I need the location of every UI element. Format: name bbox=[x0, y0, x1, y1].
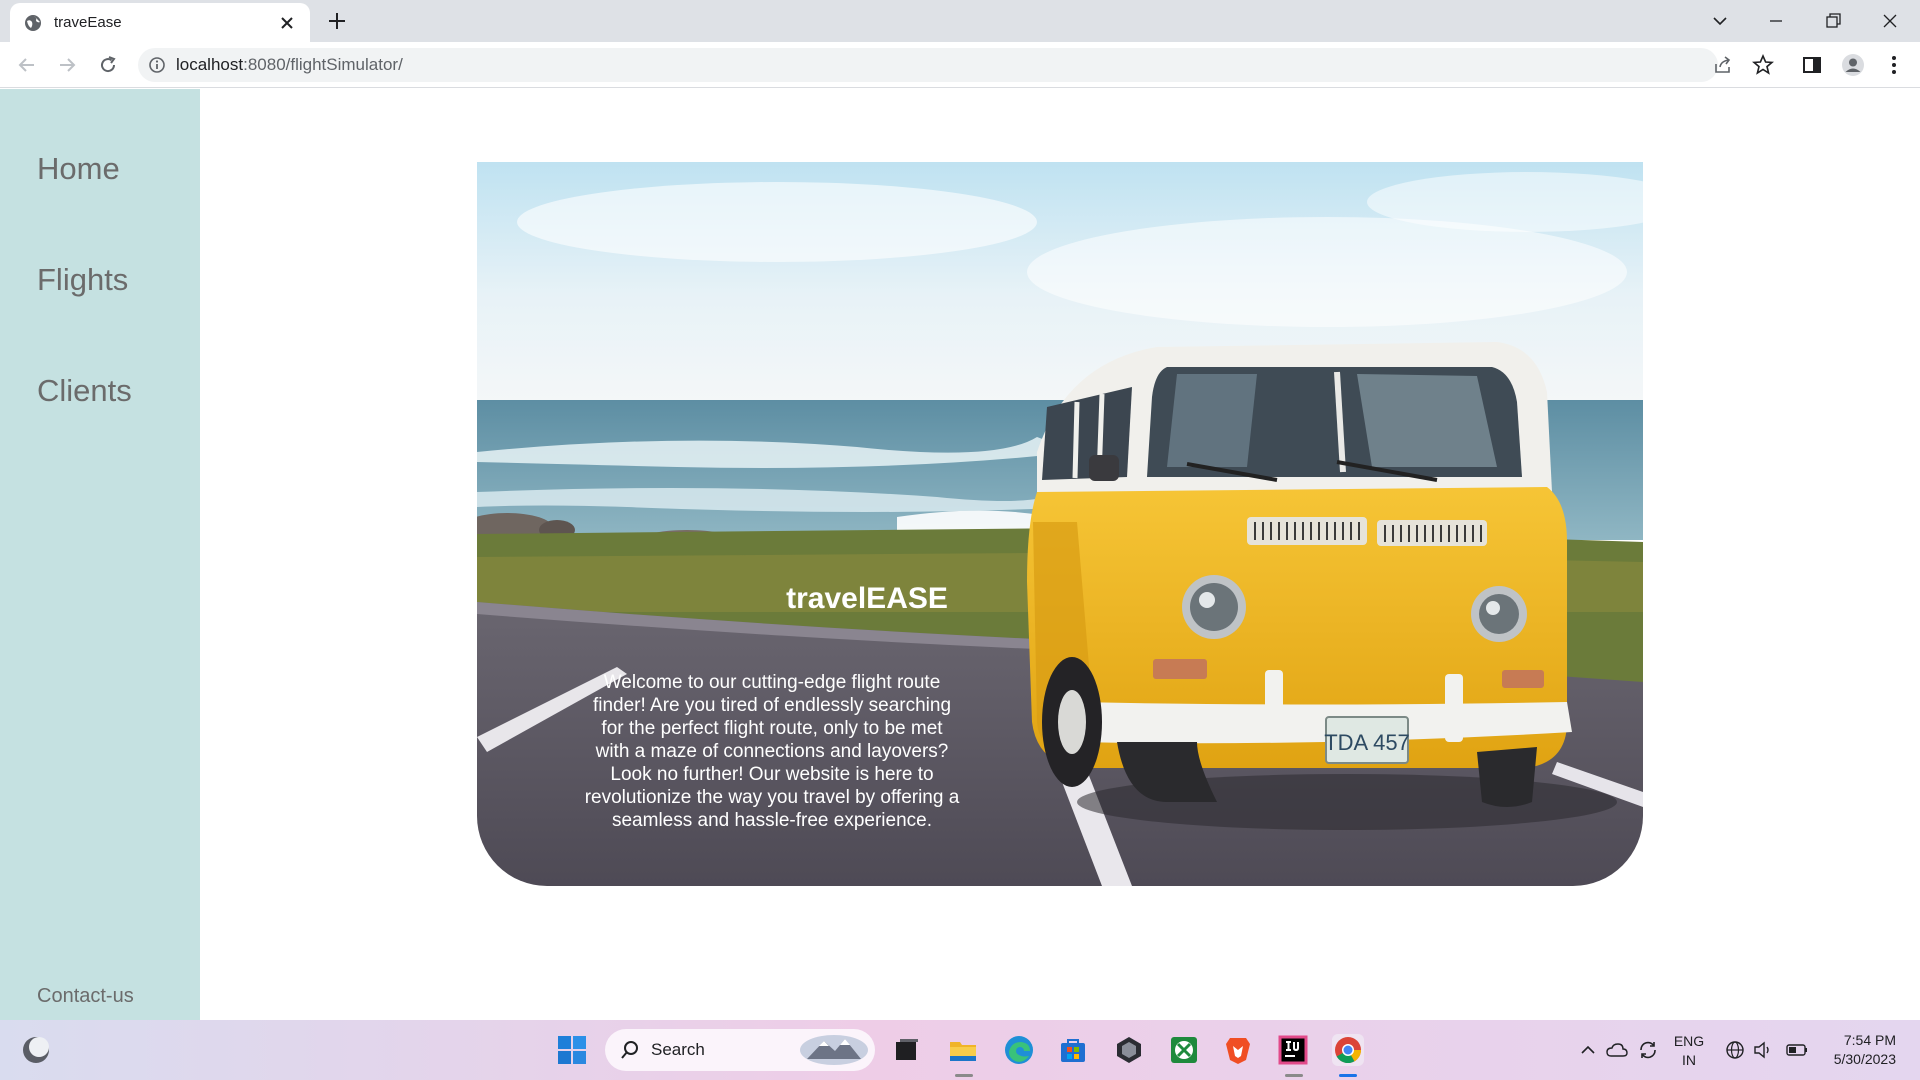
license-plate-text: TDA 457 bbox=[1324, 730, 1410, 755]
clock-date: 5/30/2023 bbox=[1833, 1051, 1896, 1067]
network-globe-icon[interactable] bbox=[1724, 1039, 1746, 1061]
web-page: Home Flights Clients Contact-us TDA 457 … bbox=[0, 89, 1920, 1020]
close-window-icon[interactable] bbox=[1878, 9, 1902, 33]
new-tab-icon[interactable] bbox=[326, 10, 348, 32]
minimize-icon[interactable] bbox=[1764, 9, 1788, 33]
profile-avatar-icon[interactable] bbox=[1841, 53, 1865, 77]
sidebar-item-clients[interactable]: Clients bbox=[37, 373, 132, 409]
clock-time: 7:54 PM bbox=[1843, 1032, 1896, 1048]
url-host: localhost bbox=[176, 55, 244, 74]
taskbar-search-label: Search bbox=[651, 1040, 705, 1059]
brave-browser-icon[interactable] bbox=[1222, 1034, 1254, 1066]
sidebar: Home Flights Clients Contact-us bbox=[0, 89, 200, 1020]
browser-toolbar: localhost:8080/flightSimulator/ bbox=[0, 42, 1920, 88]
search-highlight-image bbox=[800, 1035, 868, 1065]
reload-icon[interactable] bbox=[96, 53, 120, 77]
more-menu-icon[interactable] bbox=[1882, 53, 1906, 77]
onedrive-cloud-icon[interactable] bbox=[1605, 1038, 1629, 1062]
chrome-running-indicator bbox=[1339, 1074, 1357, 1077]
tab-title: traveEase bbox=[54, 14, 122, 31]
input-language-indicator[interactable]: ENG IN bbox=[1672, 1032, 1706, 1070]
microsoft-store-icon[interactable] bbox=[1057, 1034, 1089, 1066]
intellij-icon[interactable] bbox=[1277, 1034, 1309, 1066]
taskbar-search-box[interactable]: Search bbox=[605, 1029, 875, 1071]
browser-tab[interactable]: traveEase bbox=[10, 3, 310, 42]
hero-description: Welcome to our cutting-edge flight route… bbox=[584, 672, 960, 831]
app-cube-icon[interactable] bbox=[1113, 1034, 1145, 1066]
xbox-icon[interactable] bbox=[1168, 1034, 1200, 1066]
hero-banner: TDA 457 travelEASE Welcome to our cuttin… bbox=[477, 162, 1643, 886]
restore-icon[interactable] bbox=[1821, 9, 1845, 33]
file-explorer-icon[interactable] bbox=[947, 1034, 979, 1066]
explorer-running-indicator bbox=[955, 1074, 973, 1077]
tab-search-icon[interactable] bbox=[1708, 9, 1732, 33]
weather-widget-icon[interactable] bbox=[20, 1034, 52, 1066]
language-code: ENG bbox=[1673, 1033, 1705, 1049]
os-taskbar: Search ENG IN 7:54 PM 5/30/2023 bbox=[0, 1020, 1920, 1080]
task-view-icon[interactable] bbox=[891, 1034, 923, 1066]
back-arrow-icon[interactable] bbox=[15, 53, 39, 77]
site-info-icon[interactable] bbox=[148, 56, 166, 74]
side-panel-icon[interactable] bbox=[1800, 53, 1824, 77]
contact-us-link[interactable]: Contact-us bbox=[37, 985, 134, 1008]
address-url: localhost:8080/flightSimulator/ bbox=[176, 55, 403, 75]
edge-browser-icon[interactable] bbox=[1003, 1034, 1035, 1066]
browser-tab-strip: traveEase bbox=[0, 0, 1920, 42]
volume-icon[interactable] bbox=[1752, 1039, 1774, 1061]
bookmark-star-icon[interactable] bbox=[1752, 54, 1774, 76]
search-icon bbox=[621, 1041, 638, 1059]
globe-icon bbox=[25, 14, 41, 31]
sidebar-item-home[interactable]: Home bbox=[37, 151, 120, 187]
share-icon[interactable] bbox=[1712, 54, 1734, 76]
url-path: :8080/flightSimulator/ bbox=[243, 55, 403, 74]
windows-start-icon[interactable] bbox=[556, 1034, 588, 1066]
battery-icon[interactable] bbox=[1785, 1039, 1809, 1061]
chrome-browser-icon[interactable] bbox=[1332, 1034, 1364, 1066]
sync-icon[interactable] bbox=[1636, 1038, 1660, 1062]
region-code: IN bbox=[1682, 1052, 1696, 1068]
sidebar-item-flights[interactable]: Flights bbox=[37, 262, 128, 298]
hero-title: travelEASE bbox=[786, 582, 948, 615]
system-clock[interactable]: 7:54 PM 5/30/2023 bbox=[1834, 1031, 1896, 1069]
intellij-running-indicator bbox=[1285, 1074, 1303, 1077]
address-bar[interactable]: localhost:8080/flightSimulator/ bbox=[138, 48, 1718, 82]
show-hidden-icons-chevron[interactable] bbox=[1577, 1039, 1599, 1061]
close-tab-icon[interactable] bbox=[278, 14, 296, 32]
forward-arrow-icon[interactable] bbox=[55, 53, 79, 77]
